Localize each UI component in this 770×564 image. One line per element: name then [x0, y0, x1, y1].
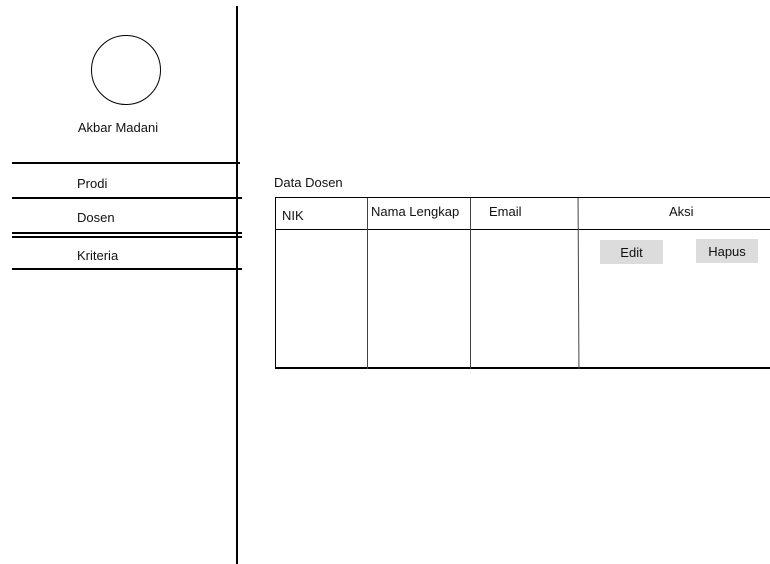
column-header-nama-lengkap: Nama Lengkap: [371, 204, 460, 219]
menu-divider: [12, 162, 240, 164]
column-header-aksi: Aksi: [669, 204, 694, 219]
edit-button[interactable]: Edit: [600, 240, 663, 264]
table-header-divider: [276, 229, 770, 230]
column-divider: [470, 198, 471, 369]
column-header-nik: NIK: [282, 208, 304, 223]
sidebar-item-prodi[interactable]: Prodi: [77, 176, 107, 191]
menu-divider: [12, 197, 242, 199]
menu-divider: [12, 232, 242, 234]
app-root: Akbar Madani Prodi Dosen Kriteria Data D…: [0, 0, 770, 564]
column-header-email: Email: [489, 204, 522, 219]
menu-divider: [12, 236, 242, 238]
user-name: Akbar Madani: [77, 120, 159, 135]
sidebar-item-dosen[interactable]: Dosen: [77, 210, 115, 225]
column-divider: [367, 198, 368, 369]
page-title: Data Dosen: [274, 175, 343, 190]
delete-button[interactable]: Hapus: [696, 239, 758, 263]
avatar: [91, 35, 161, 105]
table-frame: [275, 197, 770, 369]
menu-divider: [12, 268, 242, 270]
sidebar-divider: [236, 6, 238, 564]
sidebar-item-kriteria[interactable]: Kriteria: [77, 248, 118, 263]
